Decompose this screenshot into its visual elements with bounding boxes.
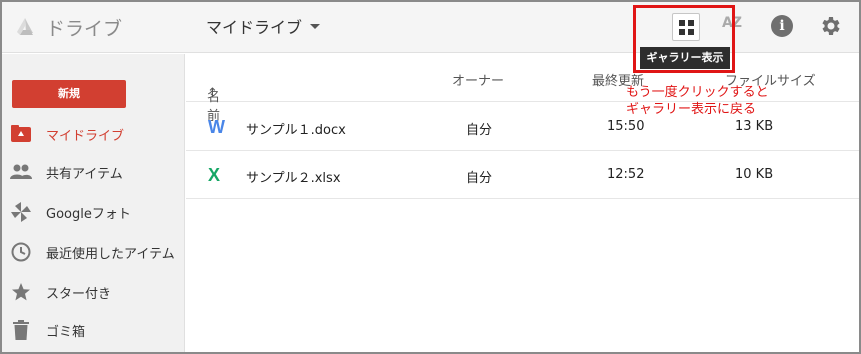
file-modified: 12:52 (607, 167, 645, 182)
sort-az-icon[interactable]: AZ (722, 15, 742, 31)
annotation-note: もう一度クリックすると ギャラリー表示に戻る (626, 84, 769, 118)
annotation-line-1: もう一度クリックすると (626, 85, 769, 100)
my-drive-icon (10, 123, 32, 145)
sidebar-item-trash[interactable]: ゴミ箱 (0, 312, 185, 348)
grid-view-icon (679, 20, 694, 35)
shared-people-icon (10, 161, 32, 183)
drive-selector-label: マイドライブ (206, 18, 303, 37)
annotation-line-2: ギャラリー表示に戻る (626, 102, 757, 117)
sidebar-item-shared[interactable]: 共有アイテム (0, 154, 185, 190)
drive-logo-icon[interactable] (14, 15, 36, 37)
clock-icon (10, 241, 32, 263)
chevron-down-icon (310, 23, 321, 29)
sort-ascending-icon: ↑ (207, 86, 218, 101)
sidebar-item-label: Googleフォト (46, 206, 131, 222)
sidebar-item-label: 共有アイテム (46, 166, 123, 182)
file-owner: 自分 (466, 123, 493, 138)
column-header-owner[interactable]: オーナー (452, 70, 504, 89)
sidebar-item-label: マイドライブ (46, 128, 125, 144)
sidebar: 新規 マイドライブ 共有アイテム Googleフォト 最近使用したアイテム スタ… (0, 54, 185, 354)
file-name: サンプル１.docx (246, 123, 346, 138)
new-button[interactable]: 新規 (12, 80, 126, 108)
sidebar-item-label: ゴミ箱 (46, 324, 86, 340)
table-row[interactable]: X サンプル２.xlsx 自分 12:52 10 KB (186, 151, 861, 199)
sidebar-item-label: 最近使用したアイテム (46, 246, 175, 262)
top-bar: ドライブ マイドライブ AZ i (0, 0, 861, 53)
sidebar-item-label: スター付き (46, 286, 112, 302)
word-doc-icon: W (208, 117, 225, 137)
star-icon (10, 281, 32, 303)
app-title: ドライブ (46, 18, 123, 40)
info-icon[interactable]: i (771, 15, 793, 37)
sidebar-item-google-photos[interactable]: Googleフォト (0, 194, 185, 230)
my-drive-dropdown[interactable]: マイドライブ (206, 14, 321, 38)
trash-icon (10, 319, 32, 341)
excel-sheet-icon: X (208, 165, 221, 185)
sidebar-item-recent[interactable]: 最近使用したアイテム (0, 234, 185, 270)
settings-gear-icon[interactable] (819, 14, 843, 38)
file-size: 10 KB (735, 167, 774, 182)
file-owner: 自分 (466, 171, 493, 186)
file-size: 13 KB (735, 119, 774, 134)
file-modified: 15:50 (607, 119, 645, 134)
file-name: サンプル２.xlsx (246, 171, 341, 186)
gallery-view-tooltip: ギャラリー表示 (640, 47, 730, 69)
sidebar-item-my-drive[interactable]: マイドライブ (0, 116, 185, 152)
grid-view-button[interactable] (672, 13, 700, 41)
google-photos-icon (10, 201, 32, 223)
sidebar-item-starred[interactable]: スター付き (0, 274, 185, 310)
